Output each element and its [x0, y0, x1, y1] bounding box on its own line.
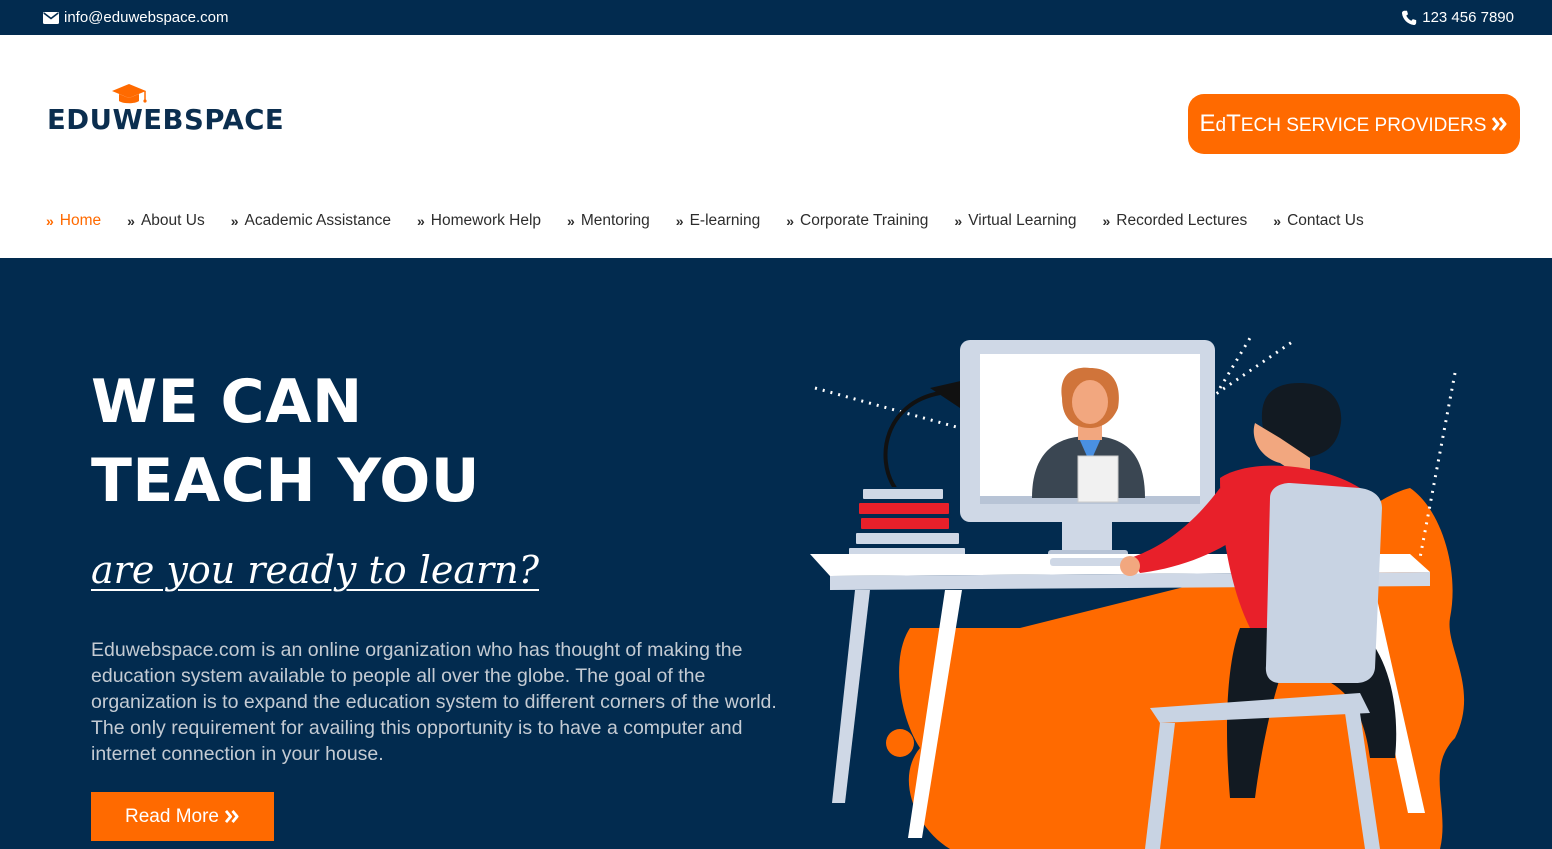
nav-item-label: Academic Assistance: [244, 212, 391, 229]
chevron-icon: »: [1273, 213, 1281, 229]
nav-item-recorded-lectures[interactable]: » Recorded Lectures: [1103, 212, 1248, 230]
phone-text: 123 456 7890: [1422, 9, 1514, 26]
chevron-icon: »: [416, 213, 425, 229]
envelope-icon: [43, 11, 59, 24]
logo-text: EDUWEBSPACE: [47, 104, 285, 136]
nav-item-label: E-learning: [689, 212, 761, 229]
cta-label-d: d: [1215, 115, 1227, 136]
cta-label-rest: ECH SERVICE PROVIDERS: [1240, 115, 1487, 136]
nav-item-academic-assistance[interactable]: » Academic Assistance: [231, 212, 391, 230]
hero-title: WE CAN TEACH YOU: [91, 363, 480, 521]
nav-item-e-learning[interactable]: » E-learning: [676, 212, 760, 230]
chevron-icon: »: [127, 213, 135, 229]
nav-item-homework-help[interactable]: » Homework Help: [417, 212, 541, 230]
site-logo[interactable]: EDUWEBSPACE: [47, 83, 307, 143]
chevron-icon: »: [567, 213, 575, 229]
phone-contact[interactable]: 123 456 7890: [1401, 9, 1514, 26]
student-online-class-illustration: [810, 337, 1465, 849]
hero-section: WE CAN TEACH YOU are you ready to learn?…: [0, 258, 1552, 849]
nav-item-label: Corporate Training: [800, 212, 929, 229]
chevron-icon: »: [1102, 213, 1111, 229]
read-more-button[interactable]: Read More: [91, 792, 274, 841]
read-more-label: Read More: [125, 805, 219, 827]
nav-item-about-us[interactable]: » About Us: [127, 212, 205, 230]
phone-icon: [1402, 10, 1417, 25]
chevron-icon: »: [230, 213, 239, 229]
main-navigation: » Home » About Us » Academic Assistance » Ho…: [46, 212, 1364, 230]
double-chevron-right-icon: [225, 810, 239, 823]
double-chevron-right-icon: [1492, 117, 1507, 131]
hero-title-line2: TEACH YOU: [91, 446, 481, 516]
email-contact[interactable]: info@eduwebspace.com: [43, 9, 229, 26]
hero-tagline: are you ready to learn?: [91, 548, 540, 592]
site-header: EDUWEBSPACE Ed T ECH SERVICE PROVIDERS » Ho…: [0, 35, 1552, 258]
top-bar: info@eduwebspace.com 123 456 7890: [0, 0, 1552, 35]
cta-label-e: E: [1199, 110, 1216, 137]
cta-label: Ed T ECH SERVICE PROVIDERS: [1200, 110, 1487, 138]
nav-item-label: Contact Us: [1287, 212, 1364, 229]
chevron-icon: »: [675, 213, 684, 229]
nav-item-mentoring[interactable]: » Mentoring: [567, 212, 650, 230]
nav-item-virtual-learning[interactable]: » Virtual Learning: [954, 212, 1076, 230]
nav-item-contact-us[interactable]: » Contact Us: [1273, 212, 1363, 230]
nav-item-label: About Us: [140, 212, 205, 229]
hero-description: Eduwebspace.com is an online organizatio…: [91, 639, 777, 765]
nav-item-corporate-training[interactable]: » Corporate Training: [786, 212, 928, 230]
hero-title-line1: WE CAN: [91, 367, 363, 437]
email-text: info@eduwebspace.com: [64, 9, 229, 26]
edtech-service-providers-button[interactable]: Ed T ECH SERVICE PROVIDERS: [1188, 94, 1520, 154]
chevron-icon: »: [46, 213, 54, 229]
chevron-icon: »: [786, 213, 794, 229]
nav-item-label: Recorded Lectures: [1116, 212, 1248, 229]
chevron-icon: »: [954, 213, 962, 229]
cta-label-t: T: [1226, 110, 1241, 137]
nav-item-home[interactable]: » Home: [46, 212, 101, 230]
nav-item-label: Mentoring: [580, 212, 650, 229]
nav-item-label: Virtual Learning: [968, 212, 1077, 229]
nav-item-label: Homework Help: [430, 212, 542, 229]
nav-item-label: Home: [59, 212, 102, 229]
